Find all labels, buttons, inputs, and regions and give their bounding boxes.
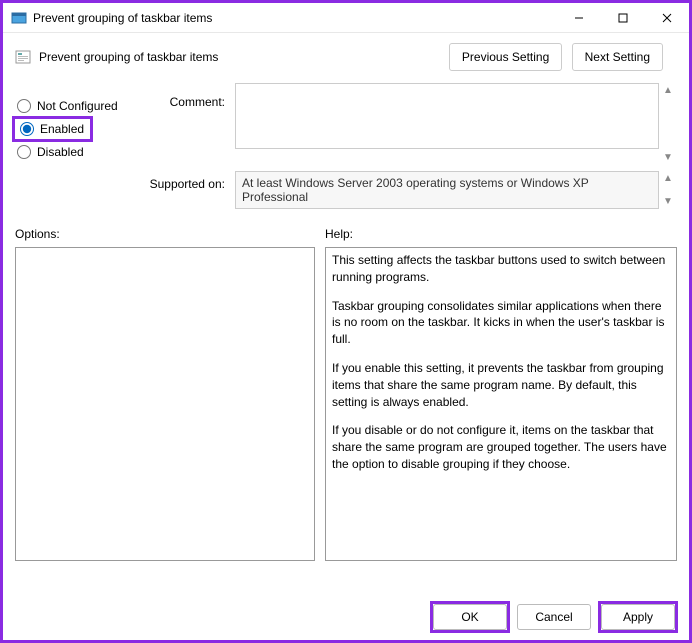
radio-not-configured-input[interactable] — [17, 99, 31, 113]
options-label: Options: — [15, 227, 325, 241]
supported-value: At least Windows Server 2003 operating s… — [235, 171, 659, 209]
previous-setting-button[interactable]: Previous Setting — [449, 43, 562, 71]
ok-highlight: OK — [430, 601, 510, 633]
scroll-up-icon[interactable]: ▲ — [663, 85, 673, 96]
app-icon — [11, 10, 27, 26]
policy-icon — [15, 49, 31, 65]
scroll-down-icon[interactable]: ▼ — [663, 196, 673, 207]
nav-buttons: Previous Setting Next Setting — [443, 43, 677, 71]
ok-button[interactable]: OK — [433, 604, 507, 630]
options-panel[interactable] — [15, 247, 315, 561]
policy-title: Prevent grouping of taskbar items — [39, 50, 443, 64]
next-setting-button[interactable]: Next Setting — [572, 43, 663, 71]
scroll-down-icon[interactable]: ▼ — [663, 152, 673, 163]
apply-button[interactable]: Apply — [601, 604, 675, 630]
help-paragraph: If you enable this setting, it prevents … — [332, 360, 670, 410]
radio-disabled-label: Disabled — [37, 145, 84, 159]
supported-label: Supported on: — [15, 171, 235, 191]
config-area: Not Configured Enabled Disabled Comment:… — [3, 77, 689, 165]
radio-disabled[interactable]: Disabled — [15, 139, 155, 165]
help-paragraph: This setting affects the taskbar buttons… — [332, 252, 670, 286]
radio-enabled-input[interactable] — [20, 122, 34, 136]
comment-field: ▲ ▼ — [235, 83, 677, 165]
section-labels: Options: Help: — [3, 213, 689, 245]
apply-highlight: Apply — [598, 601, 678, 633]
supported-row: Supported on: At least Windows Server 20… — [3, 165, 689, 213]
help-label: Help: — [325, 227, 677, 241]
radio-disabled-input[interactable] — [17, 145, 31, 159]
panels: This setting affects the taskbar buttons… — [3, 245, 689, 561]
close-button[interactable] — [645, 3, 689, 33]
help-paragraph: Taskbar grouping consolidates similar ap… — [332, 298, 670, 348]
subheader: Prevent grouping of taskbar items Previo… — [3, 33, 689, 77]
scroll-up-icon[interactable]: ▲ — [663, 173, 673, 184]
comment-label: Comment: — [155, 83, 235, 165]
minimize-button[interactable] — [557, 3, 601, 33]
radio-not-configured-label: Not Configured — [37, 99, 118, 113]
comment-scroll: ▲ ▼ — [659, 83, 677, 165]
window-title: Prevent grouping of taskbar items — [33, 11, 557, 25]
help-paragraph: If you disable or do not configure it, i… — [332, 422, 670, 472]
state-radios: Not Configured Enabled Disabled — [15, 83, 155, 165]
titlebar: Prevent grouping of taskbar items — [3, 3, 689, 33]
radio-enabled-label: Enabled — [40, 122, 84, 136]
help-panel[interactable]: This setting affects the taskbar buttons… — [325, 247, 677, 561]
supported-scroll: ▲ ▼ — [659, 171, 677, 209]
footer-buttons: OK Cancel Apply — [433, 604, 675, 630]
window-buttons — [557, 3, 689, 33]
cancel-button[interactable]: Cancel — [517, 604, 591, 630]
maximize-button[interactable] — [601, 3, 645, 33]
comment-input[interactable] — [235, 83, 659, 149]
